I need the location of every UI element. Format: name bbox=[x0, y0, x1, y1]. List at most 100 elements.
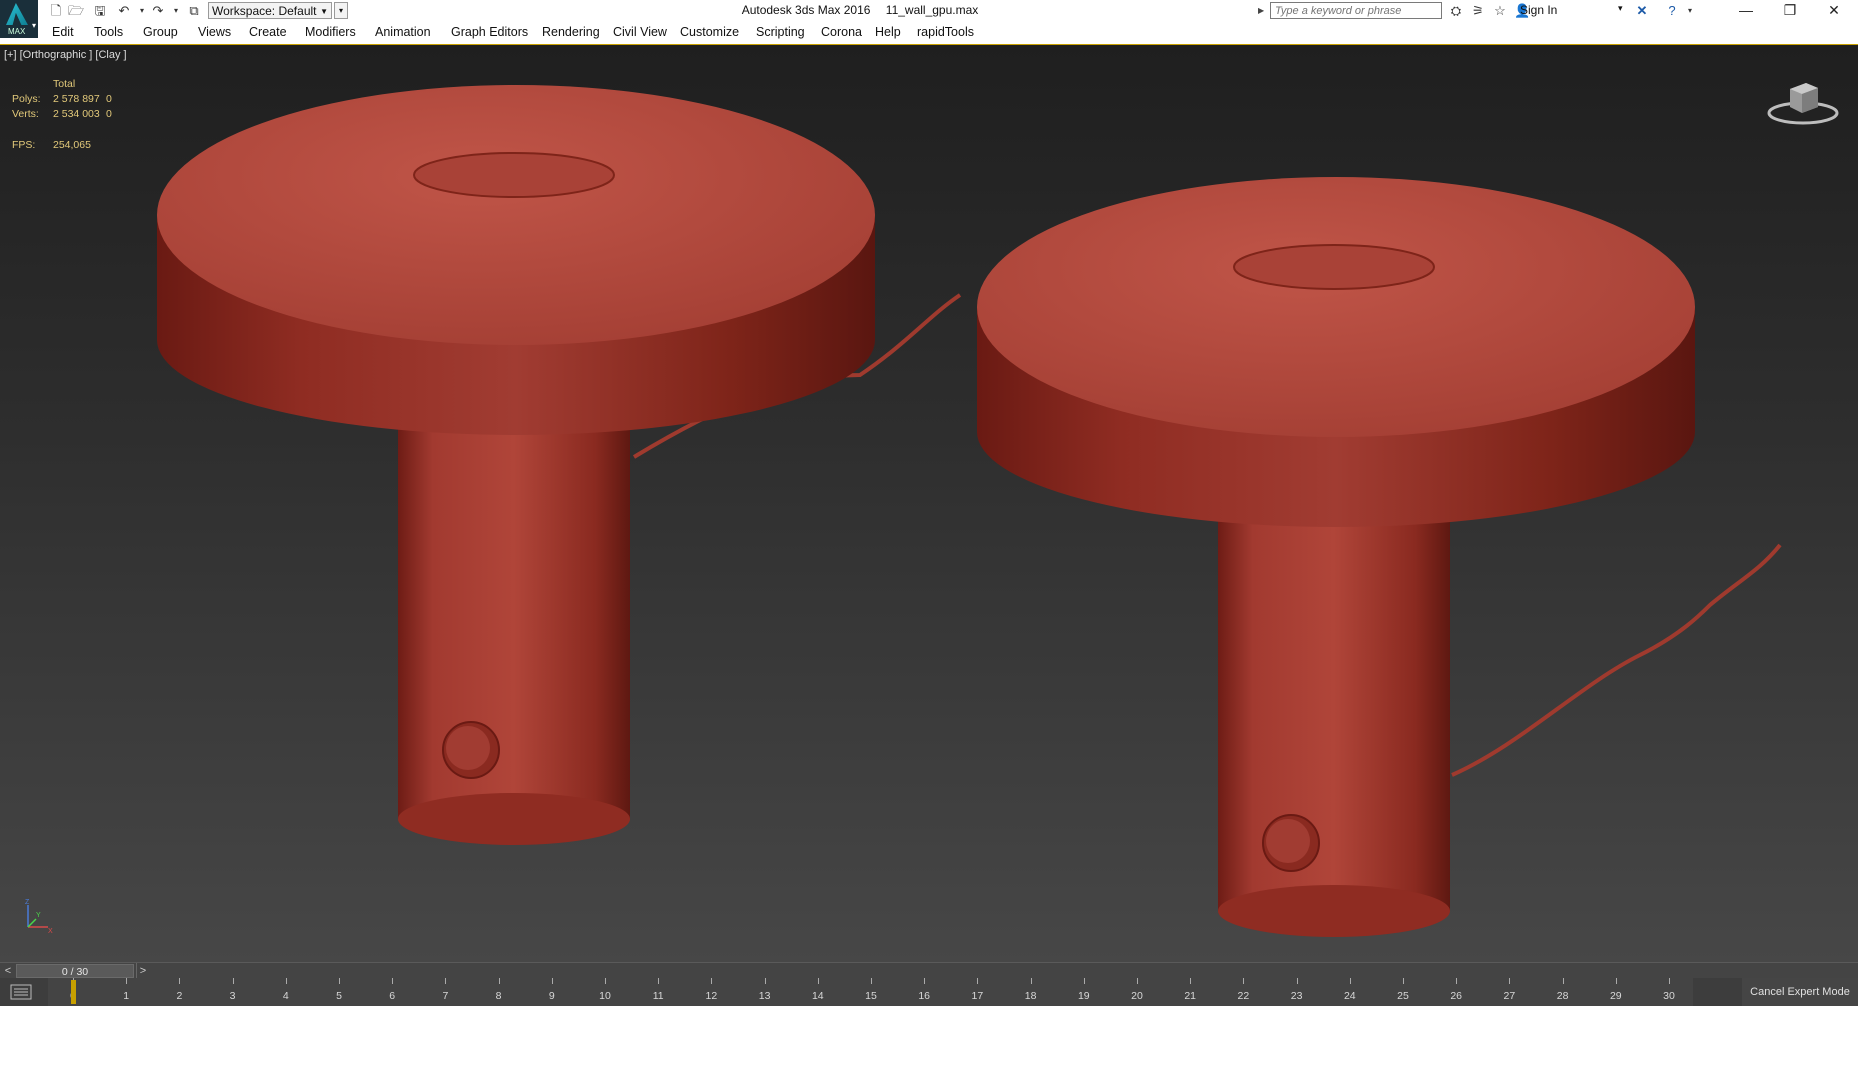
menu-edit[interactable]: Edit bbox=[52, 25, 74, 39]
stats-verts-selected: 0 bbox=[106, 108, 112, 120]
track-tick-label: 18 bbox=[1024, 990, 1037, 1002]
chevron-down-icon: ▾ bbox=[31, 21, 36, 30]
redo-icon[interactable]: ↷ bbox=[150, 3, 166, 19]
menu-views[interactable]: Views bbox=[198, 25, 231, 39]
track-bar-timeline[interactable]: 0123456789101112131415161718192021222324… bbox=[48, 978, 1693, 1006]
lamp-stem[interactable] bbox=[398, 411, 630, 819]
viewport-label-menu[interactable]: [+] [Orthographic ] [Clay ] bbox=[4, 49, 127, 61]
track-tick bbox=[924, 978, 926, 984]
close-button[interactable]: ✕ bbox=[1812, 0, 1856, 22]
track-tick bbox=[871, 978, 872, 984]
lamp-stem[interactable] bbox=[1218, 503, 1450, 911]
desktop-background bbox=[0, 1006, 1858, 1080]
cancel-expert-mode-button[interactable]: Cancel Expert Mode bbox=[1742, 978, 1858, 1006]
star-icon[interactable]: ☆ bbox=[1492, 3, 1508, 19]
viewcube-icon[interactable] bbox=[1766, 79, 1840, 129]
search-input[interactable] bbox=[1270, 2, 1442, 19]
menu-corona[interactable]: Corona bbox=[821, 25, 862, 39]
scene-canvas[interactable] bbox=[0, 45, 1858, 963]
track-tick-label: 14 bbox=[811, 990, 824, 1002]
track-tick-label: 12 bbox=[705, 990, 718, 1002]
time-slider-prev-button[interactable]: < bbox=[2, 963, 14, 979]
help-dropdown-icon[interactable]: ▾ bbox=[1682, 3, 1698, 19]
track-tick-label: 13 bbox=[758, 990, 771, 1002]
menu-animation[interactable]: Animation bbox=[375, 25, 431, 39]
help-icon[interactable]: ? bbox=[1664, 3, 1680, 19]
lamp-shade-top[interactable] bbox=[157, 85, 875, 345]
menu-tools[interactable]: Tools bbox=[94, 25, 123, 39]
search-expand-icon[interactable]: ▶ bbox=[1258, 2, 1268, 19]
axis-tripod-icon: Z X Y bbox=[25, 899, 53, 935]
binoculars-icon[interactable]: ⛭ bbox=[1448, 3, 1464, 19]
app-menu-button[interactable]: MAX ▾ bbox=[0, 0, 38, 38]
exchange-apps-icon[interactable]: ✕ bbox=[1634, 3, 1650, 19]
lamp-shade-top[interactable] bbox=[977, 177, 1695, 437]
save-icon[interactable]: 🖫 bbox=[92, 3, 108, 19]
undo-dropdown-icon[interactable]: ▾ bbox=[134, 3, 150, 19]
lamp-shade-cap bbox=[413, 152, 615, 198]
track-tick-label: 25 bbox=[1397, 990, 1409, 1002]
chevron-down-icon: ▼ bbox=[320, 7, 328, 16]
sign-in-button[interactable]: Sign In bbox=[1520, 3, 1557, 17]
track-tick bbox=[1403, 978, 1404, 984]
track-tick bbox=[285, 978, 287, 984]
axis-z-label: Z bbox=[25, 899, 30, 906]
track-tick bbox=[392, 978, 394, 984]
undo-icon[interactable]: ↶ bbox=[116, 3, 132, 19]
track-tick-label: 22 bbox=[1237, 990, 1250, 1002]
track-tick-label: 8 bbox=[495, 990, 502, 1002]
menu-help[interactable]: Help bbox=[875, 25, 901, 39]
track-tick-label: 11 bbox=[652, 990, 664, 1002]
time-slider-next-button[interactable]: > bbox=[136, 963, 149, 979]
time-slider-thumb[interactable]: 0 / 30 bbox=[16, 964, 134, 978]
track-tick-label: 9 bbox=[548, 990, 555, 1002]
workspace-value: Workspace: Default bbox=[212, 4, 317, 18]
lamp-switch-face bbox=[1266, 819, 1310, 863]
menu-scripting[interactable]: Scripting bbox=[756, 25, 805, 39]
app-label: MAX bbox=[8, 27, 26, 36]
track-tick bbox=[1190, 978, 1192, 984]
lamp-model-right[interactable] bbox=[977, 177, 1782, 937]
time-slider[interactable]: < 0 / 30 > bbox=[0, 962, 1858, 979]
project-folder-icon[interactable]: ⧉ bbox=[186, 3, 202, 19]
viewport-orthographic[interactable]: [+] [Orthographic ] [Clay ] Total Polys:… bbox=[0, 44, 1858, 963]
track-tick-label: 21 bbox=[1184, 990, 1197, 1002]
stats-polys-label: Polys: bbox=[12, 93, 41, 105]
track-tick-label: 20 bbox=[1131, 990, 1143, 1002]
track-tick-label: 16 bbox=[918, 990, 931, 1002]
lamp-stem-base bbox=[398, 793, 630, 845]
track-tick bbox=[445, 978, 447, 984]
quick-access-customize-button[interactable]: ▾ bbox=[334, 2, 348, 19]
track-tick-label: 26 bbox=[1450, 990, 1463, 1002]
track-tick-label: 10 bbox=[599, 990, 611, 1002]
menu-rapidtools[interactable]: rapidTools bbox=[917, 25, 974, 39]
track-tick-label: 23 bbox=[1290, 990, 1303, 1002]
communication-center-icon[interactable]: ⚞ bbox=[1470, 3, 1486, 19]
track-tick-label: 29 bbox=[1609, 990, 1622, 1002]
minimize-button[interactable]: — bbox=[1724, 0, 1768, 22]
track-tick bbox=[1562, 978, 1564, 984]
app-name: Autodesk 3ds Max 2016 bbox=[741, 3, 871, 17]
menu-create[interactable]: Create bbox=[249, 25, 287, 39]
new-file-icon[interactable]: 🗋 bbox=[48, 3, 64, 19]
lamp-cord[interactable] bbox=[1451, 543, 1782, 777]
track-tick bbox=[1243, 978, 1245, 984]
chevron-down-icon[interactable]: ▾ bbox=[1618, 3, 1623, 14]
menu-group[interactable]: Group bbox=[143, 25, 178, 39]
menu-graph-editors[interactable]: Graph Editors bbox=[451, 25, 528, 39]
menu-civil-view[interactable]: Civil View bbox=[613, 25, 667, 39]
open-file-icon[interactable]: 🗁 bbox=[68, 3, 84, 19]
menu-modifiers[interactable]: Modifiers bbox=[305, 25, 356, 39]
menu-customize[interactable]: Customize bbox=[680, 25, 739, 39]
redo-dropdown-icon[interactable]: ▾ bbox=[168, 3, 184, 19]
current-frame-marker[interactable] bbox=[71, 980, 76, 1004]
restore-button[interactable]: ❐ bbox=[1768, 0, 1812, 22]
menu-rendering[interactable]: Rendering bbox=[542, 25, 600, 39]
track-bar: 0123456789101112131415161718192021222324… bbox=[0, 978, 1858, 1006]
lamp-model-left[interactable] bbox=[157, 85, 962, 845]
track-tick-label: 30 bbox=[1663, 990, 1675, 1002]
track-tick bbox=[1509, 978, 1511, 984]
track-tick bbox=[1083, 978, 1085, 984]
open-mini-curve-editor-icon[interactable] bbox=[10, 984, 32, 1000]
workspace-select[interactable]: Workspace: Default ▼ bbox=[208, 2, 332, 19]
